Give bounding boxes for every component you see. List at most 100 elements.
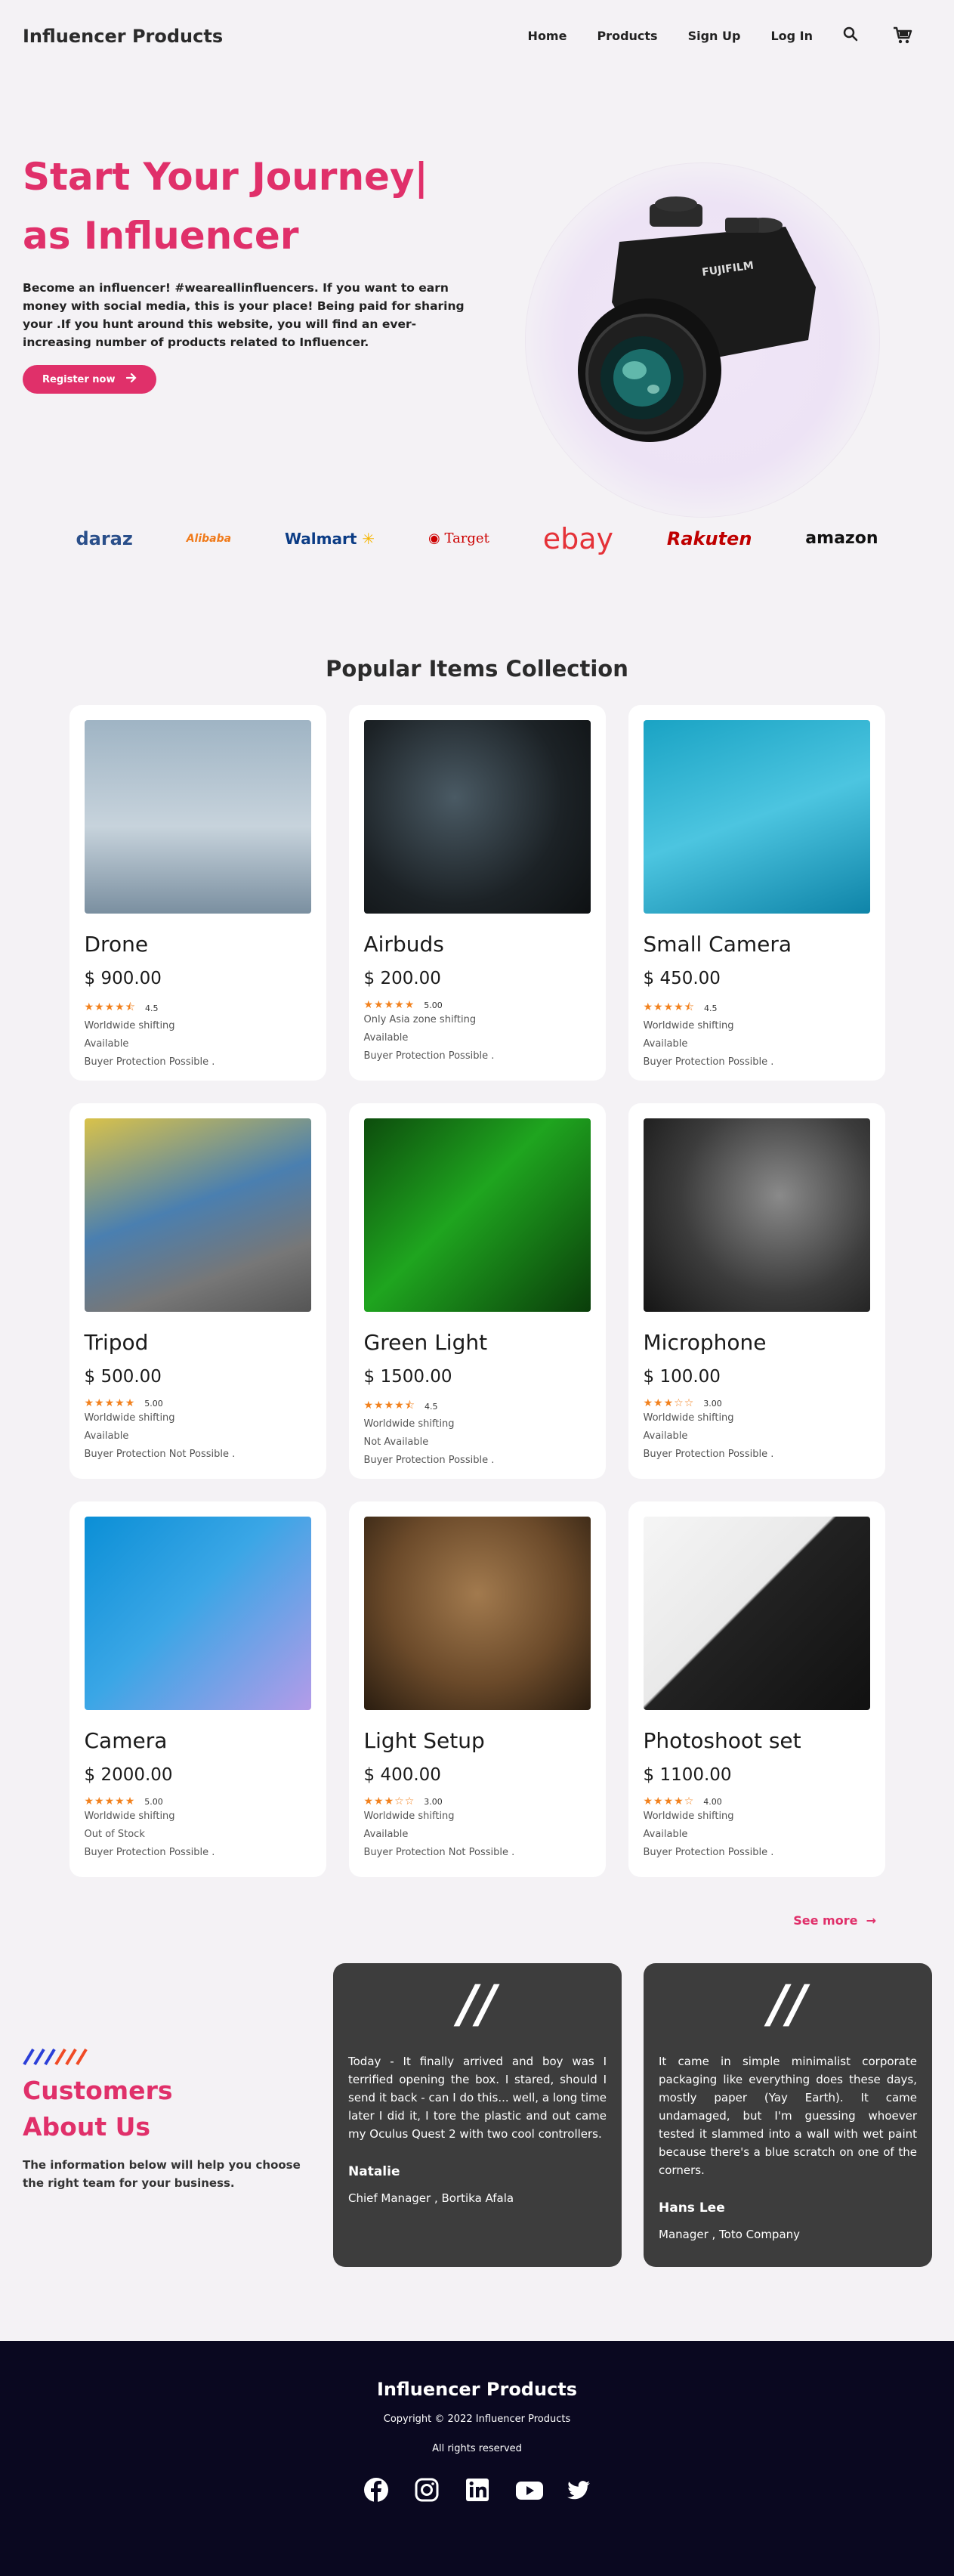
- product-price: $ 400.00: [363, 1765, 441, 1785]
- shipping-info: Worldwide shifting: [363, 1418, 455, 1430]
- product-image[interactable]: [363, 1118, 591, 1312]
- product-grid: Drone $ 900.00 ★★★★⯪ 4.5 Worldwide shift…: [69, 705, 885, 1877]
- star-rating-icons: ★★★☆☆: [643, 1397, 695, 1409]
- product-rating: ★★★★⯪ 4.5: [364, 1397, 591, 1415]
- star-rating-icons: ★★★★⯪: [643, 1001, 695, 1013]
- shipping-info: Worldwide shifting: [363, 1811, 455, 1822]
- availability-info: Available: [643, 1038, 688, 1050]
- linkedin-icon[interactable]: [465, 2477, 490, 2503]
- brand-walmart: Walmart ✳: [285, 530, 375, 548]
- availability-info: Out of Stock: [84, 1829, 145, 1840]
- rating-value: 5.00: [144, 1796, 163, 1807]
- nav-products[interactable]: Products: [597, 29, 657, 43]
- star-rating-icons: ★★★★★: [84, 1795, 136, 1808]
- see-more-row: See more →: [0, 1913, 876, 1936]
- testimonial-card: // It came in simple minimalist corporat…: [644, 1963, 932, 2267]
- protection-info: Buyer Protection Possible .: [643, 1847, 774, 1858]
- product-image[interactable]: [643, 720, 870, 914]
- brand-alibaba: Alibaba: [186, 532, 232, 545]
- brand-target-label: Target: [444, 530, 489, 546]
- nav-login[interactable]: Log In: [770, 29, 813, 43]
- testimonial-role: Manager , Toto Company: [659, 2228, 801, 2241]
- register-button[interactable]: Register now: [23, 365, 156, 394]
- testimonial-author: Natalie: [348, 2164, 400, 2179]
- facebook-icon[interactable]: [363, 2477, 389, 2503]
- arrow-right-icon: →: [866, 1913, 876, 1928]
- product-price: $ 200.00: [363, 969, 441, 988]
- product-image[interactable]: [363, 1517, 591, 1710]
- product-image[interactable]: [643, 1517, 870, 1710]
- product-image[interactable]: [84, 720, 311, 914]
- product-card[interactable]: Airbuds $ 200.00 ★★★★★ 5.00 Only Asia zo…: [348, 705, 606, 1081]
- shipping-info: Worldwide shifting: [643, 1811, 734, 1822]
- shipping-info: Worldwide shifting: [84, 1412, 175, 1424]
- rating-value: 3.00: [424, 1796, 443, 1807]
- cart-icon[interactable]: [893, 26, 912, 46]
- product-image[interactable]: [84, 1517, 311, 1710]
- protection-info: Buyer Protection Possible .: [643, 1056, 774, 1068]
- product-card[interactable]: Small Camera $ 450.00 ★★★★⯪ 4.5 Worldwid…: [628, 705, 885, 1081]
- popular-title: Popular Items Collection: [326, 656, 628, 682]
- product-card[interactable]: Green Light $ 1500.00 ★★★★⯪ 4.5 Worldwid…: [348, 1103, 606, 1479]
- product-image[interactable]: [643, 1118, 870, 1312]
- footer-brand: Influencer Products: [376, 2379, 578, 2400]
- product-image[interactable]: [363, 720, 591, 914]
- see-more-link[interactable]: See more →: [793, 1913, 876, 1928]
- rating-value: 4.5: [144, 1003, 159, 1013]
- footer-copyright: Copyright © 2022 Influencer Products: [383, 2414, 571, 2425]
- search-icon[interactable]: [843, 26, 863, 46]
- star-rating-icons: ★★★★☆: [643, 1795, 695, 1808]
- protection-info: Buyer Protection Possible .: [84, 1056, 215, 1068]
- product-image[interactable]: [84, 1118, 311, 1312]
- product-card[interactable]: Microphone $ 100.00 ★★★☆☆ 3.00 Worldwide…: [628, 1103, 885, 1479]
- nav-home[interactable]: Home: [528, 29, 567, 43]
- youtube-icon[interactable]: [515, 2477, 543, 2503]
- availability-info: Available: [84, 1038, 129, 1050]
- shipping-info: Worldwide shifting: [643, 1020, 734, 1031]
- brand-amazon: amazon: [805, 529, 878, 548]
- hero-title-line2: as Influencer: [23, 214, 299, 258]
- testimonial-author: Hans Lee: [659, 2200, 725, 2216]
- rating-value: 5.00: [144, 1398, 163, 1409]
- star-rating-icons: ★★★☆☆: [363, 1795, 415, 1808]
- availability-info: Not Available: [363, 1436, 429, 1448]
- testimonial-text: Today - It finally arrived and boy was I…: [348, 2055, 607, 2141]
- product-card[interactable]: Light Setup $ 400.00 ★★★☆☆ 3.00 Worldwid…: [348, 1501, 606, 1877]
- protection-info: Buyer Protection Possible .: [363, 1050, 495, 1062]
- customers-title: Customers About Us: [23, 2073, 172, 2145]
- instagram-icon[interactable]: [414, 2477, 440, 2503]
- product-name: Green Light: [363, 1330, 488, 1355]
- product-name: Drone: [84, 932, 149, 957]
- star-rating-icons: ★★★★⯪: [363, 1399, 415, 1412]
- quote-icon: //: [769, 1975, 807, 2034]
- product-name: Small Camera: [643, 932, 792, 957]
- product-rating: ★★★★☆ 4.00: [644, 1795, 870, 1808]
- product-name: Tripod: [84, 1330, 149, 1355]
- brand-daraz: daraz: [76, 527, 133, 549]
- product-card[interactable]: Photoshoot set $ 1100.00 ★★★★☆ 4.00 Worl…: [628, 1501, 885, 1877]
- protection-info: Buyer Protection Possible .: [363, 1455, 495, 1466]
- product-card[interactable]: Tripod $ 500.00 ★★★★★ 5.00 Worldwide shi…: [69, 1103, 326, 1479]
- hero-camera-image: FUJIFILM: [559, 196, 846, 446]
- nav-signup[interactable]: Sign Up: [688, 29, 741, 43]
- product-card[interactable]: Camera $ 2000.00 ★★★★★ 5.00 Worldwide sh…: [69, 1501, 326, 1877]
- twitter-icon[interactable]: [566, 2477, 591, 2503]
- hero-description: Become an influencer! #weareallinfluence…: [23, 281, 465, 349]
- hero-section: Start Your Journey| as Influencer Become…: [0, 72, 954, 518]
- footer: Influencer Products Copyright © 2022 Inf…: [0, 2341, 954, 2576]
- rating-value: 4.00: [703, 1796, 722, 1807]
- brand-ebay: ebay: [542, 521, 613, 555]
- brand-logo[interactable]: Influencer Products: [23, 26, 223, 47]
- protection-info: Buyer Protection Not Possible .: [363, 1847, 515, 1858]
- customers-title-line2: About Us: [23, 2112, 151, 2142]
- rating-value: 4.5: [703, 1003, 718, 1013]
- product-rating: ★★★☆☆ 3.00: [644, 1397, 870, 1409]
- availability-info: Available: [363, 1829, 409, 1840]
- testimonial-text: It came in simple minimalist corporate p…: [659, 2055, 917, 2177]
- social-links: [0, 2477, 954, 2503]
- register-label: Register now: [42, 373, 116, 385]
- target-icon: ◉: [428, 530, 440, 546]
- product-card[interactable]: Drone $ 900.00 ★★★★⯪ 4.5 Worldwide shift…: [69, 705, 326, 1081]
- product-rating: ★★★☆☆ 3.00: [364, 1795, 591, 1808]
- product-name: Light Setup: [363, 1728, 485, 1753]
